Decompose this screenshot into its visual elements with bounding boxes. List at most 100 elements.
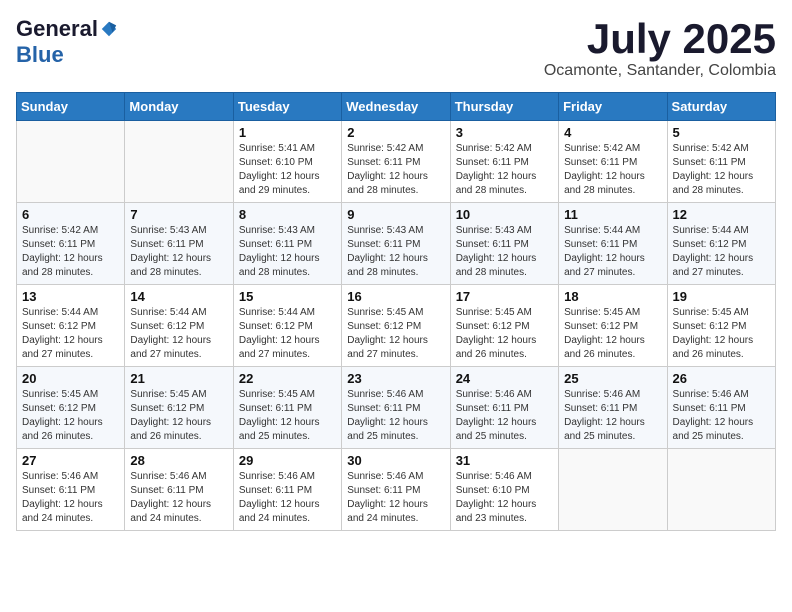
calendar-cell bbox=[17, 121, 125, 203]
calendar-cell: 13 Sunrise: 5:44 AM Sunset: 6:12 PM Dayli… bbox=[17, 285, 125, 367]
header-saturday: Saturday bbox=[667, 93, 775, 121]
cell-info: Sunrise: 5:42 AM Sunset: 6:11 PM Dayligh… bbox=[456, 142, 553, 198]
day-number: 18 bbox=[564, 289, 661, 304]
cell-info: Sunrise: 5:44 AM Sunset: 6:12 PM Dayligh… bbox=[239, 306, 336, 362]
cell-info: Sunrise: 5:44 AM Sunset: 6:12 PM Dayligh… bbox=[673, 224, 770, 280]
day-number: 9 bbox=[347, 207, 444, 222]
calendar-week-row: 27 Sunrise: 5:46 AM Sunset: 6:11 PM Dayli… bbox=[17, 449, 776, 531]
day-number: 2 bbox=[347, 125, 444, 140]
calendar-cell: 12 Sunrise: 5:44 AM Sunset: 6:12 PM Dayli… bbox=[667, 203, 775, 285]
day-number: 23 bbox=[347, 371, 444, 386]
cell-info: Sunrise: 5:46 AM Sunset: 6:11 PM Dayligh… bbox=[130, 470, 227, 526]
header-sunday: Sunday bbox=[17, 93, 125, 121]
cell-info: Sunrise: 5:44 AM Sunset: 6:12 PM Dayligh… bbox=[130, 306, 227, 362]
day-number: 29 bbox=[239, 453, 336, 468]
calendar-cell: 26Sunrise: 5:46 AM Sunset: 6:11 PM Dayli… bbox=[667, 367, 775, 449]
cell-info: Sunrise: 5:42 AM Sunset: 6:11 PM Dayligh… bbox=[673, 142, 770, 198]
calendar-cell: 14 Sunrise: 5:44 AM Sunset: 6:12 PM Dayli… bbox=[125, 285, 233, 367]
cell-info: Sunrise: 5:42 AM Sunset: 6:11 PM Dayligh… bbox=[22, 224, 119, 280]
day-number: 13 bbox=[22, 289, 119, 304]
calendar-week-row: 1 Sunrise: 5:41 AM Sunset: 6:10 PM Daylig… bbox=[17, 121, 776, 203]
day-number: 24 bbox=[456, 371, 553, 386]
day-number: 15 bbox=[239, 289, 336, 304]
calendar-cell: 27 Sunrise: 5:46 AM Sunset: 6:11 PM Dayli… bbox=[17, 449, 125, 531]
calendar-cell bbox=[125, 121, 233, 203]
calendar-cell: 2Sunrise: 5:42 AM Sunset: 6:11 PM Daylig… bbox=[342, 121, 450, 203]
cell-info: Sunrise: 5:46 AM Sunset: 6:11 PM Dayligh… bbox=[347, 388, 444, 444]
calendar-cell: 24Sunrise: 5:46 AM Sunset: 6:11 PM Dayli… bbox=[450, 367, 558, 449]
calendar-cell: 20 Sunrise: 5:45 AM Sunset: 6:12 PM Dayli… bbox=[17, 367, 125, 449]
calendar-cell: 28Sunrise: 5:46 AM Sunset: 6:11 PM Dayli… bbox=[125, 449, 233, 531]
calendar-cell: 5Sunrise: 5:42 AM Sunset: 6:11 PM Daylig… bbox=[667, 121, 775, 203]
day-number: 6 bbox=[22, 207, 119, 222]
day-number: 3 bbox=[456, 125, 553, 140]
calendar-table: SundayMondayTuesdayWednesdayThursdayFrid… bbox=[16, 92, 776, 531]
cell-info: Sunrise: 5:43 AM Sunset: 6:11 PM Dayligh… bbox=[347, 224, 444, 280]
header-friday: Friday bbox=[559, 93, 667, 121]
page-header: General Blue July 2025 Ocamonte, Santand… bbox=[16, 16, 776, 80]
day-number: 8 bbox=[239, 207, 336, 222]
logo-blue-text: Blue bbox=[16, 42, 64, 68]
day-number: 11 bbox=[564, 207, 661, 222]
cell-info: Sunrise: 5:46 AM Sunset: 6:11 PM Dayligh… bbox=[347, 470, 444, 526]
cell-info: Sunrise: 5:45 AM Sunset: 6:11 PM Dayligh… bbox=[239, 388, 336, 444]
calendar-cell: 16 Sunrise: 5:45 AM Sunset: 6:12 PM Dayli… bbox=[342, 285, 450, 367]
logo: General Blue bbox=[16, 16, 120, 68]
day-number: 12 bbox=[673, 207, 770, 222]
logo-general-text: General bbox=[16, 16, 98, 42]
cell-info: Sunrise: 5:45 AM Sunset: 6:12 PM Dayligh… bbox=[564, 306, 661, 362]
calendar-cell: 9 Sunrise: 5:43 AM Sunset: 6:11 PM Daylig… bbox=[342, 203, 450, 285]
calendar-cell: 19 Sunrise: 5:45 AM Sunset: 6:12 PM Dayli… bbox=[667, 285, 775, 367]
day-number: 20 bbox=[22, 371, 119, 386]
cell-info: Sunrise: 5:44 AM Sunset: 6:11 PM Dayligh… bbox=[564, 224, 661, 280]
day-number: 19 bbox=[673, 289, 770, 304]
day-number: 1 bbox=[239, 125, 336, 140]
cell-info: Sunrise: 5:41 AM Sunset: 6:10 PM Dayligh… bbox=[239, 142, 336, 198]
cell-info: Sunrise: 5:43 AM Sunset: 6:11 PM Dayligh… bbox=[239, 224, 336, 280]
cell-info: Sunrise: 5:46 AM Sunset: 6:11 PM Dayligh… bbox=[239, 470, 336, 526]
day-number: 10 bbox=[456, 207, 553, 222]
calendar-cell: 15 Sunrise: 5:44 AM Sunset: 6:12 PM Dayli… bbox=[233, 285, 341, 367]
calendar-cell: 22Sunrise: 5:45 AM Sunset: 6:11 PM Dayli… bbox=[233, 367, 341, 449]
calendar-cell: 31 Sunrise: 5:46 AM Sunset: 6:10 PM Dayli… bbox=[450, 449, 558, 531]
cell-info: Sunrise: 5:44 AM Sunset: 6:12 PM Dayligh… bbox=[22, 306, 119, 362]
calendar-week-row: 13 Sunrise: 5:44 AM Sunset: 6:12 PM Dayli… bbox=[17, 285, 776, 367]
calendar-cell: 29 Sunrise: 5:46 AM Sunset: 6:11 PM Dayli… bbox=[233, 449, 341, 531]
calendar-cell: 6 Sunrise: 5:42 AM Sunset: 6:11 PM Daylig… bbox=[17, 203, 125, 285]
calendar-cell: 4 Sunrise: 5:42 AM Sunset: 6:11 PM Daylig… bbox=[559, 121, 667, 203]
cell-info: Sunrise: 5:43 AM Sunset: 6:11 PM Dayligh… bbox=[456, 224, 553, 280]
calendar-cell: 11 Sunrise: 5:44 AM Sunset: 6:11 PM Dayli… bbox=[559, 203, 667, 285]
calendar-cell bbox=[667, 449, 775, 531]
calendar-cell: 10 Sunrise: 5:43 AM Sunset: 6:11 PM Dayli… bbox=[450, 203, 558, 285]
calendar-week-row: 20 Sunrise: 5:45 AM Sunset: 6:12 PM Dayli… bbox=[17, 367, 776, 449]
day-number: 31 bbox=[456, 453, 553, 468]
day-number: 17 bbox=[456, 289, 553, 304]
cell-info: Sunrise: 5:45 AM Sunset: 6:12 PM Dayligh… bbox=[22, 388, 119, 444]
calendar-week-row: 6 Sunrise: 5:42 AM Sunset: 6:11 PM Daylig… bbox=[17, 203, 776, 285]
cell-info: Sunrise: 5:46 AM Sunset: 6:10 PM Dayligh… bbox=[456, 470, 553, 526]
day-number: 14 bbox=[130, 289, 227, 304]
cell-info: Sunrise: 5:45 AM Sunset: 6:12 PM Dayligh… bbox=[456, 306, 553, 362]
day-number: 27 bbox=[22, 453, 119, 468]
calendar-cell: 17 Sunrise: 5:45 AM Sunset: 6:12 PM Dayli… bbox=[450, 285, 558, 367]
day-number: 21 bbox=[130, 371, 227, 386]
header-thursday: Thursday bbox=[450, 93, 558, 121]
cell-info: Sunrise: 5:45 AM Sunset: 6:12 PM Dayligh… bbox=[347, 306, 444, 362]
day-number: 7 bbox=[130, 207, 227, 222]
header-wednesday: Wednesday bbox=[342, 93, 450, 121]
day-number: 4 bbox=[564, 125, 661, 140]
calendar-header-row: SundayMondayTuesdayWednesdayThursdayFrid… bbox=[17, 93, 776, 121]
logo-icon bbox=[100, 20, 118, 38]
day-number: 16 bbox=[347, 289, 444, 304]
cell-info: Sunrise: 5:43 AM Sunset: 6:11 PM Dayligh… bbox=[130, 224, 227, 280]
cell-info: Sunrise: 5:45 AM Sunset: 6:12 PM Dayligh… bbox=[673, 306, 770, 362]
day-number: 26 bbox=[673, 371, 770, 386]
calendar-cell: 21Sunrise: 5:45 AM Sunset: 6:12 PM Dayli… bbox=[125, 367, 233, 449]
location-subtitle: Ocamonte, Santander, Colombia bbox=[544, 62, 776, 80]
cell-info: Sunrise: 5:46 AM Sunset: 6:11 PM Dayligh… bbox=[22, 470, 119, 526]
header-tuesday: Tuesday bbox=[233, 93, 341, 121]
header-monday: Monday bbox=[125, 93, 233, 121]
calendar-cell: 18 Sunrise: 5:45 AM Sunset: 6:12 PM Dayli… bbox=[559, 285, 667, 367]
calendar-cell bbox=[559, 449, 667, 531]
cell-info: Sunrise: 5:42 AM Sunset: 6:11 PM Dayligh… bbox=[564, 142, 661, 198]
